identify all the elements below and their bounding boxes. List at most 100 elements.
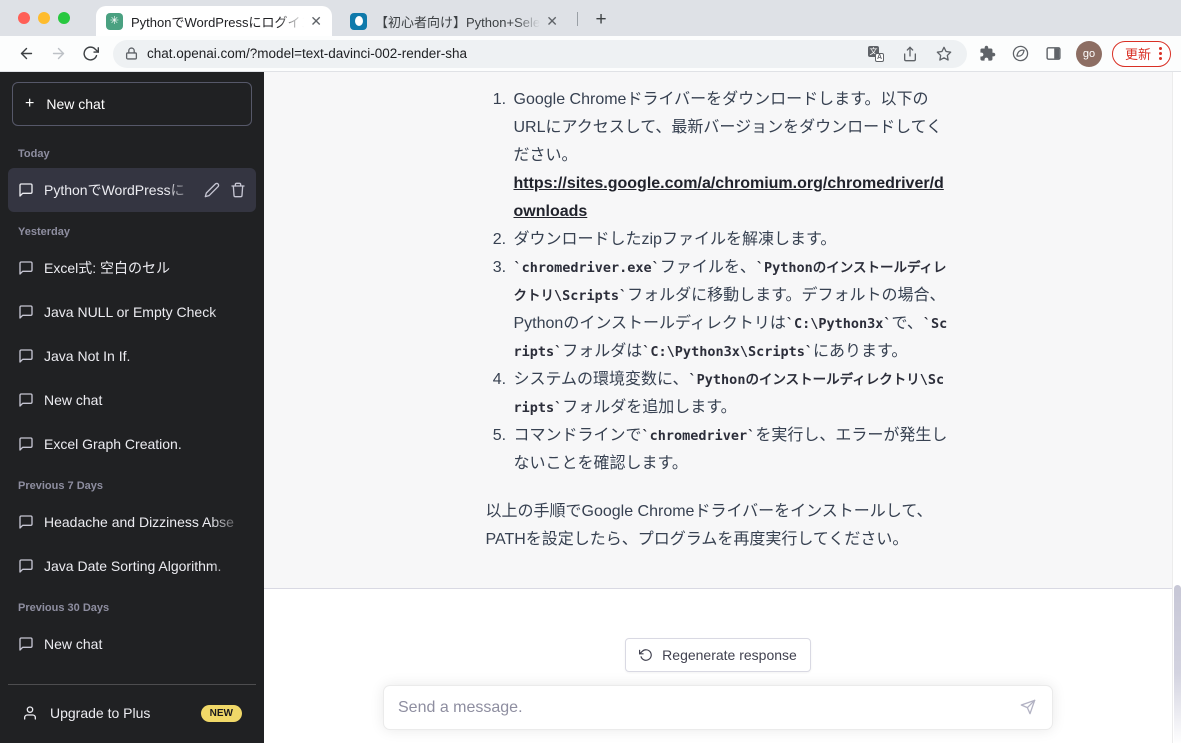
inline-code: `C:\Python3x\Scripts` bbox=[642, 344, 813, 360]
section-label-previous-7-days: Previous 7 Days bbox=[18, 480, 103, 492]
bookmark-star-icon[interactable] bbox=[933, 43, 955, 65]
chat-item-label: Excel Graph Creation. bbox=[44, 436, 182, 452]
chat-item[interactable]: New chat bbox=[8, 378, 256, 422]
tab-title: PythonでWordPressにログイン bbox=[131, 14, 305, 30]
share-icon[interactable] bbox=[899, 43, 921, 65]
page-scrollbar bbox=[1172, 72, 1181, 743]
section-label-previous-30-days: Previous 30 Days bbox=[18, 602, 110, 614]
browser-tab-selenium-article[interactable]: 【初心者向け】Python+Selenium ✕ bbox=[340, 6, 568, 36]
extensions-puzzle-icon[interactable] bbox=[976, 42, 1000, 66]
tab-bar: ✳ PythonでWordPressにログイン ✕ 【初心者向け】Python+… bbox=[0, 0, 1181, 36]
chat-item[interactable]: Excel Graph Creation. bbox=[8, 422, 256, 466]
blue-circle-favicon-icon bbox=[350, 12, 367, 30]
forward-icon[interactable] bbox=[47, 42, 69, 66]
chat-item[interactable]: New chat bbox=[8, 622, 256, 666]
step-text: フォルダは bbox=[562, 343, 643, 360]
plus-icon: + bbox=[25, 95, 35, 112]
sidebar-footer: Upgrade to Plus NEW bbox=[8, 684, 256, 743]
edit-pencil-icon[interactable] bbox=[204, 182, 220, 198]
chat-bubble-icon bbox=[19, 261, 33, 275]
step-item: Google Chromeドライバーをダウンロードします。以下のURLにアクセス… bbox=[511, 86, 951, 226]
new-chat-label: New chat bbox=[46, 96, 105, 112]
chat-item[interactable]: Java Date Sorting Algorithm. bbox=[8, 544, 256, 588]
upgrade-to-plus-button[interactable]: Upgrade to Plus NEW bbox=[12, 691, 252, 735]
steps-list: Google Chromeドライバーをダウンロードします。以下のURLにアクセス… bbox=[486, 86, 951, 478]
chatgpt-favicon-icon: ✳ bbox=[106, 12, 123, 30]
chat-item-label: New chat bbox=[44, 636, 103, 652]
message-input-container bbox=[383, 685, 1053, 730]
regenerate-response-button[interactable]: Regenerate response bbox=[625, 638, 811, 672]
chat-item-label: Excel式: 空白のセル bbox=[44, 260, 171, 276]
step-text: Google Chromeドライバーをダウンロードします。以下のURLにアクセス… bbox=[513, 91, 943, 164]
chat-item[interactable]: Headache and Dizziness Abse bbox=[8, 500, 256, 544]
chat-history: Today PythonでWordPressに Yesterday Excel式… bbox=[8, 134, 256, 684]
delete-trash-icon[interactable] bbox=[230, 182, 246, 198]
closing-paragraph: 以上の手順でGoogle Chromeドライバーをインストールして、PATHを設… bbox=[485, 503, 933, 548]
step-text: で、 bbox=[891, 315, 923, 332]
chrome-update-button[interactable]: 更新 bbox=[1111, 40, 1171, 67]
side-panel-icon[interactable] bbox=[1042, 42, 1066, 66]
fullscreen-window-button[interactable] bbox=[58, 12, 70, 24]
step-text: コマンドラインで bbox=[513, 427, 642, 444]
chat-main: Google Chromeドライバーをダウンロードします。以下のURLにアクセス… bbox=[264, 72, 1181, 743]
upgrade-label: Upgrade to Plus bbox=[50, 705, 151, 721]
chat-item-label: Headache and Dizziness Abse bbox=[44, 514, 234, 530]
browser-toolbar: chat.openai.com/?model=text-davinci-002-… bbox=[0, 36, 1181, 72]
step-item: システムの環境変数に、`Pythonのインストールディレクトリ\Scripts`… bbox=[511, 366, 951, 422]
chat-item[interactable]: Java NULL or Empty Check bbox=[8, 290, 256, 334]
menu-kebab-icon[interactable] bbox=[1159, 47, 1162, 60]
back-icon[interactable] bbox=[15, 42, 37, 66]
reload-icon[interactable] bbox=[80, 42, 102, 66]
composer-area: Regenerate response bbox=[264, 590, 1172, 743]
update-label: 更新 bbox=[1124, 47, 1151, 62]
step-text: ダウンロードしたzipファイルを解凍します。 bbox=[513, 231, 837, 248]
tab-title: 【初心者向け】Python+Selenium bbox=[375, 14, 541, 30]
chat-bubble-icon bbox=[19, 305, 33, 319]
chat-bubble-icon bbox=[19, 183, 33, 197]
chat-item-label: Java Not In If. bbox=[44, 348, 131, 364]
send-message-icon[interactable] bbox=[1020, 699, 1038, 717]
new-chat-button[interactable]: + New chat bbox=[12, 82, 252, 126]
address-bar[interactable]: chat.openai.com/?model=text-davinci-002-… bbox=[112, 39, 967, 68]
step-item: コマンドラインで`chromedriver`を実行し、エラーが発生しないことを確… bbox=[511, 422, 951, 478]
lock-icon bbox=[125, 47, 138, 60]
chat-item-label: New chat bbox=[44, 392, 103, 408]
tab-close-icon[interactable]: ✕ bbox=[546, 13, 558, 30]
minimize-window-button[interactable] bbox=[38, 12, 50, 24]
chat-item-active[interactable]: PythonでWordPressに bbox=[8, 168, 256, 212]
tab-close-icon[interactable]: ✕ bbox=[310, 13, 322, 30]
section-label-yesterday: Yesterday bbox=[18, 226, 70, 238]
browser-window: ✳ PythonでWordPressにログイン ✕ 【初心者向け】Python+… bbox=[0, 0, 1181, 743]
message-input[interactable] bbox=[398, 698, 1020, 717]
translate-icon[interactable]: 文A bbox=[865, 43, 887, 65]
chat-item[interactable]: Excel式: 空白のセル bbox=[8, 246, 256, 290]
step-text: にあります。 bbox=[812, 343, 908, 360]
chat-item-label: Java Date Sorting Algorithm. bbox=[44, 558, 222, 574]
traffic-lights bbox=[18, 12, 70, 24]
step-item: `chromedriver.exe`ファイルを、`Pythonのインストールディ… bbox=[511, 254, 951, 366]
refresh-icon bbox=[639, 649, 652, 661]
assistant-message: Google Chromeドライバーをダウンロードします。以下のURLにアクセス… bbox=[264, 72, 1172, 589]
close-window-button[interactable] bbox=[18, 12, 30, 24]
new-tab-button[interactable]: + bbox=[588, 7, 614, 33]
step-text: フォルダを追加します。 bbox=[562, 399, 737, 416]
sidebar: + New chat Today PythonでWordPressに Yeste… bbox=[0, 72, 264, 743]
chat-bubble-icon bbox=[19, 637, 33, 651]
chat-bubble-icon bbox=[19, 559, 33, 573]
extension-leaf-icon[interactable] bbox=[1009, 42, 1033, 66]
inline-code: `chromedriver.exe` bbox=[513, 260, 660, 276]
chat-item-label: Java NULL or Empty Check bbox=[44, 304, 217, 320]
tab-separator bbox=[577, 12, 578, 26]
new-badge: NEW bbox=[200, 704, 242, 722]
browser-tab-chatgpt[interactable]: ✳ PythonでWordPressにログイン ✕ bbox=[96, 6, 332, 36]
profile-avatar[interactable]: go bbox=[1075, 40, 1102, 67]
chat-item[interactable]: Java Not In If. bbox=[8, 334, 256, 378]
step-text: システムの環境変数に、 bbox=[513, 371, 689, 388]
step-text: ファイルを、 bbox=[659, 259, 756, 276]
scrollbar-thumb[interactable] bbox=[1174, 585, 1181, 743]
chat-bubble-icon bbox=[19, 437, 33, 451]
chat-bubble-icon bbox=[19, 349, 33, 363]
chromedriver-download-link[interactable]: https://sites.google.com/a/chromium.org/… bbox=[514, 170, 951, 226]
step-item: ダウンロードしたzipファイルを解凍します。 bbox=[511, 226, 951, 254]
user-icon bbox=[24, 706, 36, 720]
